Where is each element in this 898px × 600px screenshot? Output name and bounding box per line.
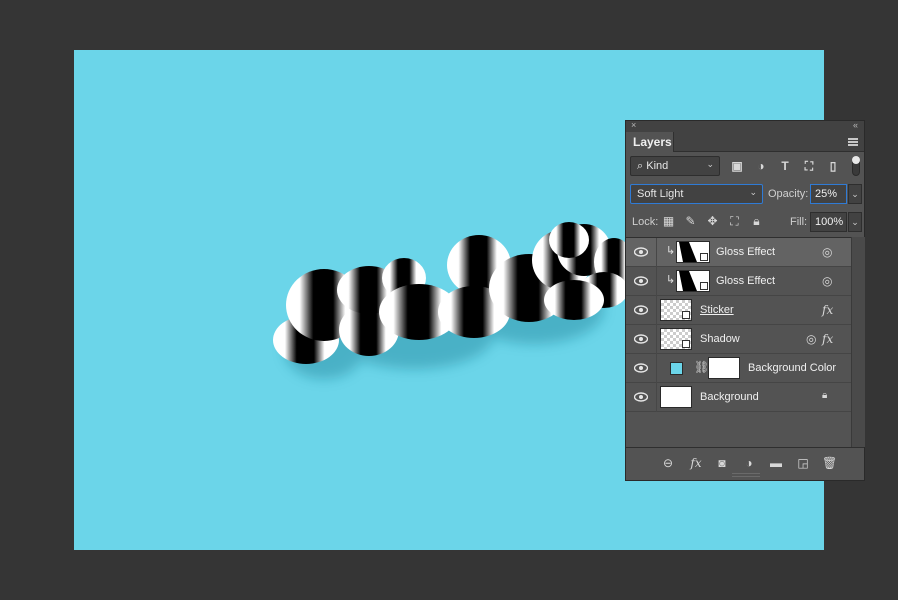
layer-row-background[interactable]: Background 🔒︎ (626, 383, 851, 412)
smart-object-badge (700, 253, 708, 261)
layer-name: Gloss Effect (716, 275, 776, 287)
adjustment-filter-icon[interactable]: ◑ (754, 159, 768, 173)
image-filter-icon[interactable]: ▣ (730, 159, 744, 173)
layer-row-gloss-effect-1[interactable]: ↳ Gloss Effect ◎ ⌄ (626, 238, 862, 267)
panel-tab-bar: Layers (626, 132, 864, 152)
mask-icon[interactable]: ◙ (715, 456, 729, 470)
trash-icon[interactable]: 🗑︎ (822, 456, 837, 470)
blend-mode-select[interactable]: Soft Light ⌄ (630, 184, 763, 204)
blend-mode-value: Soft Light (637, 188, 684, 200)
fill-color-swatch[interactable] (670, 362, 683, 375)
divider (656, 383, 657, 412)
lock-transparent-icon[interactable]: ▦ (662, 215, 675, 228)
opacity-dropdown-button[interactable]: ⌄ (848, 184, 862, 204)
panel-menu-icon[interactable] (848, 138, 858, 146)
layer-name: Background Color (748, 362, 837, 374)
filter-row: ⌕ Kind ⌄ ▣ ◑ T ⛶ ▯ (626, 152, 864, 180)
clipping-arrow-icon: ↳ (666, 245, 676, 257)
filter-toggle[interactable] (852, 156, 860, 176)
eye-icon[interactable] (634, 247, 648, 257)
fx-icon[interactable]: fx (689, 456, 703, 470)
fill-dropdown-button[interactable]: ⌄ (848, 212, 862, 232)
layer-row-background-color[interactable]: ⛓ Background Color (626, 354, 851, 383)
layer-thumbnail[interactable] (676, 270, 710, 292)
lock-icon[interactable]: 🔒︎ (822, 390, 827, 401)
lock-all-icon[interactable]: 🔒︎ (750, 215, 763, 228)
layer-row-sticker[interactable]: Sticker fx ⌄ (626, 296, 862, 325)
divider (656, 267, 657, 296)
tab-layers[interactable]: Layers (626, 132, 674, 152)
layer-thumbnail[interactable] (676, 241, 710, 263)
blend-if-icon[interactable]: ◎ (822, 274, 832, 288)
shape-filter-icon[interactable]: ⛶ (802, 159, 816, 173)
eye-icon[interactable] (634, 334, 648, 344)
lock-position-icon[interactable]: ✥ (706, 215, 719, 228)
layer-name: Gloss Effect (716, 246, 776, 258)
lock-paint-icon[interactable]: ✎ (684, 215, 697, 228)
kind-filter-select[interactable]: ⌕ Kind ⌄ (630, 156, 720, 176)
eye-icon[interactable] (634, 276, 648, 286)
chevron-down-icon: ⌄ (706, 159, 714, 169)
eye-icon[interactable] (634, 305, 648, 315)
layer-row-gloss-effect-2[interactable]: ↳ Gloss Effect ◎ ⌄ (626, 267, 862, 296)
layer-name: Shadow (700, 333, 740, 345)
close-icon[interactable]: × (631, 120, 636, 130)
mask-link-icon[interactable]: ⛓ (694, 360, 709, 374)
divider (656, 238, 657, 267)
kind-label: Kind (646, 160, 669, 172)
fill-input[interactable]: 100% (810, 212, 847, 232)
layers-panel: × « Layers ⌕ Kind ⌄ ▣ ◑ T ⛶ ▯ Soft Light… (625, 120, 865, 481)
smart-object-badge (682, 340, 690, 348)
smart-object-badge (682, 311, 690, 319)
lock-artboard-icon[interactable]: ⛶ (728, 215, 741, 228)
collapse-icon[interactable]: « (853, 120, 858, 130)
layer-list-scrollbar[interactable] (851, 237, 865, 447)
layer-list: ↳ Gloss Effect ◎ ⌄ ↳ Gloss Effect ◎ ⌄ (626, 237, 862, 447)
eye-icon[interactable] (634, 363, 648, 373)
new-layer-icon[interactable]: ◲ (796, 456, 810, 470)
layer-row-shadow[interactable]: Shadow ◎ fx ⌄ (626, 325, 862, 354)
smart-object-filter-icon[interactable]: ▯ (826, 159, 840, 173)
fx-icon[interactable]: fx (822, 303, 833, 317)
layer-mask-thumbnail[interactable] (708, 357, 740, 379)
smart-object-badge (700, 282, 708, 290)
fill-label: Fill: (790, 216, 808, 228)
lock-label: Lock: (632, 216, 659, 228)
eye-icon[interactable] (634, 392, 648, 402)
clipping-arrow-icon: ↳ (666, 274, 676, 286)
divider (656, 354, 657, 383)
divider (656, 325, 657, 354)
layer-thumbnail[interactable] (660, 299, 692, 321)
search-icon: ⌕ (637, 160, 644, 172)
panel-top-bar: × « (626, 120, 864, 132)
panel-resize-grip[interactable] (732, 473, 760, 477)
blend-row: Soft Light ⌄ Opacity: 25% ⌄ (626, 180, 864, 208)
link-layers-icon[interactable]: ⊖ (661, 456, 675, 470)
folder-icon[interactable]: ▬ (769, 456, 783, 470)
chevron-down-icon: ⌄ (749, 187, 757, 197)
layer-name: Sticker (700, 304, 734, 316)
opacity-input[interactable]: 25% (810, 184, 847, 204)
blend-if-icon[interactable]: ◎ (806, 332, 816, 346)
opacity-label: Opacity: (768, 188, 809, 200)
layer-thumbnail[interactable] (660, 386, 692, 408)
fx-icon[interactable]: fx (822, 332, 833, 346)
layer-name: Background (700, 391, 759, 403)
type-filter-icon[interactable]: T (778, 159, 792, 173)
blend-if-icon[interactable]: ◎ (822, 245, 832, 259)
layer-thumbnail[interactable] (660, 328, 692, 350)
divider (656, 296, 657, 325)
adjustment-layer-icon[interactable]: ◑ (742, 456, 756, 470)
lock-row: Lock: ▦ ✎ ✥ ⛶ 🔒︎ Fill: 100% ⌄ (626, 208, 864, 236)
